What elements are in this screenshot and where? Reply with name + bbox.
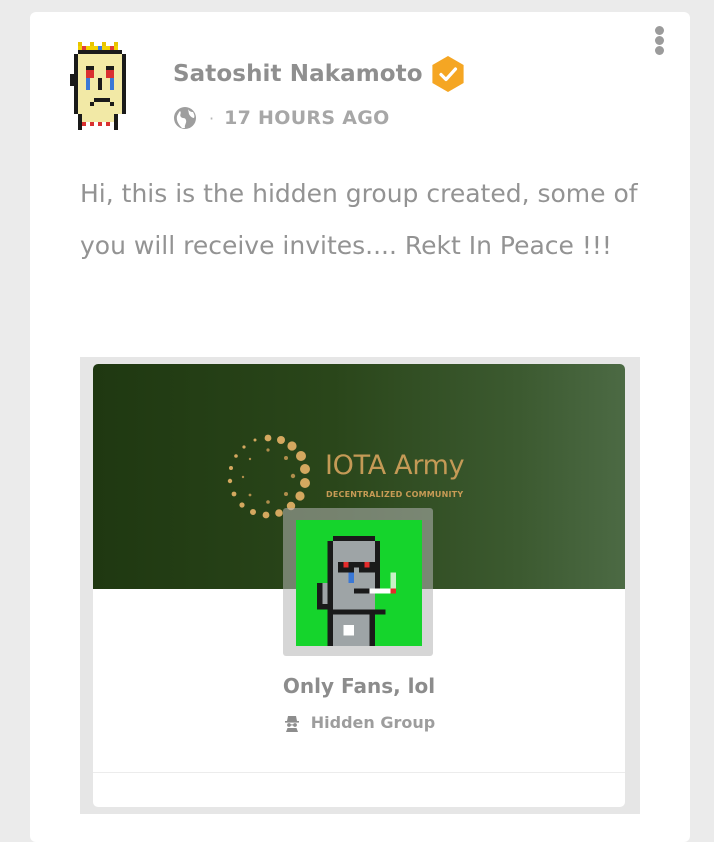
group-card[interactable]: IOTA Army DECENTRALIZED COMMUNITY Only F… [93, 364, 625, 807]
meta-separator: · [209, 108, 215, 128]
cover-brand-subtitle: DECENTRALIZED COMMUNITY [326, 490, 464, 499]
post-timestamp[interactable]: 17 HOURS AGO [224, 107, 390, 129]
post-card: Satoshit Nakamoto · 17 HOURS AGO Hi, thi… [30, 12, 690, 842]
group-privacy-label: Hidden Group [310, 713, 436, 732]
group-privacy: Hidden Group [93, 713, 625, 732]
spy-icon [284, 715, 299, 732]
group-avatar[interactable] [295, 520, 423, 646]
shared-group-preview[interactable]: IOTA Army DECENTRALIZED COMMUNITY Only F… [80, 357, 640, 814]
post-text: Hi, this is the hidden group created, so… [80, 179, 638, 260]
globe-icon [174, 107, 196, 129]
author-name[interactable]: Satoshit Nakamoto [173, 61, 423, 87]
cover-brand-title: IOTA Army [325, 450, 465, 481]
verified-badge-icon [432, 56, 464, 92]
card-divider [93, 772, 625, 773]
more-options-icon[interactable] [650, 24, 670, 58]
author-avatar[interactable] [70, 42, 134, 138]
post-meta: · 17 HOURS AGO [173, 106, 390, 130]
group-name[interactable]: Only Fans, lol [93, 674, 625, 698]
